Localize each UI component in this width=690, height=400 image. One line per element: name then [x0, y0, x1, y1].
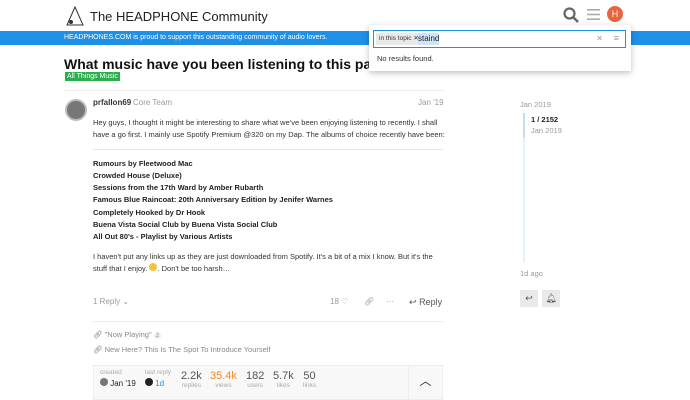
- bell-icon: 🔔︎: [545, 293, 557, 303]
- last-replier-avatar: [145, 378, 153, 386]
- search-query[interactable]: staind: [418, 33, 440, 45]
- post-user-title: Core Team: [133, 98, 172, 107]
- reply-arrow-icon: ↩: [525, 293, 533, 303]
- album-item: Crowded House (Deluxe): [93, 171, 182, 180]
- user-avatar[interactable]: H: [607, 6, 623, 22]
- timeline-handle[interactable]: [523, 113, 525, 138]
- timeline-position: 1 / 2152: [531, 115, 559, 124]
- created-stat: created Jan '19: [100, 369, 136, 388]
- stat-value: 35.4k: [210, 370, 237, 382]
- like-button[interactable]: 18 ♡: [330, 297, 348, 306]
- link-text: New Here? This Is The Spot To Introduce …: [104, 345, 271, 354]
- stat-label: users: [247, 382, 264, 389]
- link-count: 2: [153, 333, 162, 339]
- album-item: Buena Vista Social Club by Buena Vista S…: [93, 220, 278, 229]
- timeline-start-date[interactable]: Jan 2019: [520, 100, 551, 109]
- notification-bell-button[interactable]: 🔔︎: [542, 290, 560, 307]
- reply-shortcut-button[interactable]: ↩: [520, 290, 538, 307]
- site-title: The HEADPHONE Community: [90, 8, 268, 24]
- replies-toggle[interactable]: 1 Reply ⌄: [93, 297, 129, 306]
- topic-title[interactable]: What music have you been listening to th…: [64, 56, 399, 72]
- link-icon: 🔗︎: [93, 330, 103, 339]
- outro-text: I haven't put any links up as they are j…: [93, 252, 433, 273]
- timeline-position-date: Jan 2019: [531, 126, 562, 135]
- collapse-chevron-up-icon[interactable]: ︿: [408, 366, 442, 399]
- last-reply-label: last reply: [145, 369, 172, 376]
- created-date: Jan '19: [110, 379, 136, 388]
- last-reply-date: 1d: [155, 379, 165, 388]
- post-intro: Hey guys, I thought it might be interest…: [93, 118, 445, 139]
- outro-text-end: . Don't be too harsh…: [157, 264, 231, 273]
- reply-arrow-icon: ↩: [409, 297, 417, 307]
- last-reply-stat: last reply 1d: [145, 369, 171, 388]
- divider: [93, 321, 443, 322]
- hamburger-menu-icon[interactable]: [587, 8, 600, 21]
- creator-avatar: [100, 378, 108, 386]
- topic-map: created Jan '19 last reply 1d 2.2k replie…: [93, 365, 443, 400]
- created-label: created: [100, 369, 122, 376]
- headphone-logo-icon: [66, 5, 84, 26]
- stat-label: replies: [181, 382, 201, 389]
- link-text: "Now Playing": [104, 330, 152, 339]
- no-results-message: No results found.: [377, 54, 434, 63]
- link-icon: 🔗︎: [93, 345, 103, 354]
- scope-label: in this topic: [379, 35, 412, 42]
- search-scope-chip[interactable]: in this topic ✕: [376, 33, 422, 45]
- stat-label: likes: [276, 382, 290, 389]
- divider: [64, 90, 444, 91]
- stat-value: 50: [303, 370, 316, 382]
- topic-link[interactable]: 🔗︎ "Now Playing" 2: [93, 330, 162, 339]
- reply-button[interactable]: ↩ Reply: [409, 297, 442, 308]
- advanced-search-icon[interactable]: ≡: [614, 33, 619, 43]
- album-item: Completely Hooked by Dr Hook: [93, 208, 206, 217]
- search-icon[interactable]: [563, 7, 579, 23]
- post-divider: [93, 149, 443, 150]
- stat-users: 182 users: [246, 370, 264, 389]
- topic-link[interactable]: 🔗︎ New Here? This Is The Spot To Introdu…: [93, 345, 271, 354]
- album-item: Rumours by Fleetwood Mac: [93, 159, 193, 168]
- clear-search-icon[interactable]: ✕: [596, 34, 603, 43]
- reply-label: Reply: [419, 297, 443, 307]
- album-item: Famous Blue Raincoat: 20th Anniversary E…: [93, 195, 333, 204]
- stat-value: 182: [246, 370, 265, 382]
- search-input[interactable]: in this topic ✕ staind ✕ ≡: [373, 30, 626, 48]
- post-username[interactable]: prfallon69: [93, 98, 131, 107]
- stat-views: 35.4k views: [210, 370, 237, 389]
- timeline-end-date[interactable]: 1d ago: [520, 269, 543, 278]
- category-badge[interactable]: All Things Music: [65, 72, 120, 81]
- like-count: 18: [330, 297, 339, 306]
- stat-value: 2.2k: [181, 370, 202, 382]
- post-outro: I haven't put any links up as they are j…: [93, 251, 448, 275]
- album-item: Sessions from the 17th Ward by Amber Rub…: [93, 183, 264, 192]
- album-item: All Out 80's - Playlist by Various Artis…: [93, 232, 233, 241]
- stat-links: 50 links: [303, 370, 316, 389]
- site-logo[interactable]: The HEADPHONE Community: [64, 5, 268, 27]
- post-date[interactable]: Jan '19: [418, 98, 444, 107]
- stat-replies: 2.2k replies: [181, 370, 202, 389]
- stat-label: views: [215, 382, 232, 389]
- stat-value: 5.7k: [273, 370, 294, 382]
- stat-label: links: [303, 382, 317, 389]
- search-dropdown: in this topic ✕ staind ✕ ≡ No results fo…: [369, 25, 631, 71]
- post-avatar[interactable]: [65, 99, 87, 121]
- more-options-icon[interactable]: ···: [386, 297, 394, 306]
- share-link-icon[interactable]: 🔗︎: [364, 297, 374, 306]
- heart-icon: ♡: [341, 297, 349, 306]
- replies-count: 1 Reply: [93, 297, 121, 306]
- stat-likes: 5.7k likes: [273, 370, 294, 389]
